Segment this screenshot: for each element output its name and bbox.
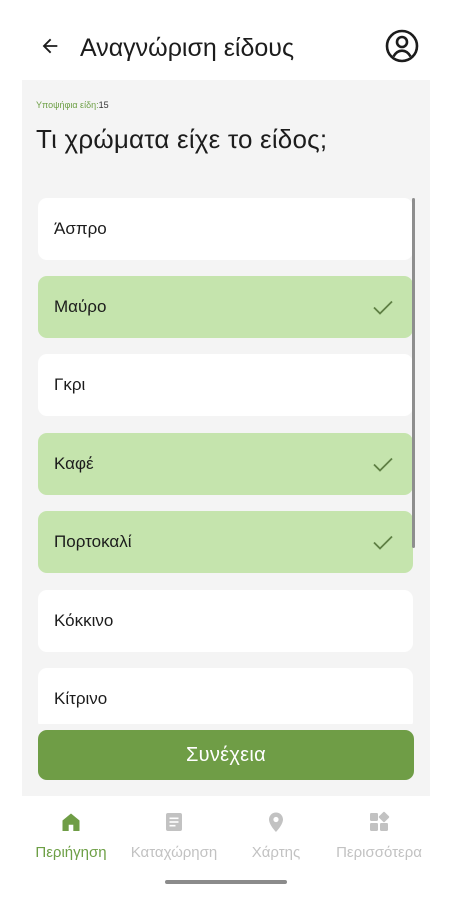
page-title: Αναγνώριση είδους [80, 34, 294, 62]
check-icon [373, 535, 393, 550]
color-options-list[interactable]: Άσπρο Μαύρο Γκρι Καφέ Πορτοκαλί Κόκκινο [22, 198, 430, 724]
candidates-label: Υποψήφια είδη: [36, 100, 99, 110]
check-icon [373, 300, 393, 315]
back-button[interactable] [34, 30, 66, 62]
nav-item-browse[interactable]: Περιήγηση [16, 808, 126, 868]
option-label: Πορτοκαλί [54, 532, 132, 551]
continue-button[interactable]: Συνέχεια [38, 730, 414, 780]
nav-label: Χάρτης [251, 844, 301, 861]
option-orange[interactable]: Πορτοκαλί [38, 511, 413, 573]
option-label: Γκρι [54, 375, 86, 394]
question-title: Τι χρώματα είχε το είδος; [36, 124, 328, 154]
candidates-count: 15 [98, 100, 109, 110]
option-label: Μαύρο [54, 297, 107, 316]
option-white[interactable]: Άσπρο [38, 198, 413, 260]
scrollbar[interactable] [412, 198, 415, 548]
apps-grid-icon [370, 811, 390, 831]
option-label: Άσπρο [54, 219, 107, 238]
check-icon [373, 457, 393, 472]
option-grey[interactable]: Γκρι [38, 354, 413, 416]
nav-item-more[interactable]: Περισσότερα [324, 808, 434, 868]
question-panel: Υποψήφια είδη:15 Τι χρώματα είχε το είδο… [22, 80, 430, 796]
candidate-species-count: Υποψήφια είδη:15 [36, 100, 109, 110]
option-label: Καφέ [54, 454, 94, 473]
home-icon [62, 813, 80, 831]
nav-item-record[interactable]: Καταχώρηση [119, 808, 229, 868]
option-red[interactable]: Κόκκινο [38, 590, 413, 652]
nav-label: Καταχώρηση [130, 844, 218, 861]
account-button[interactable] [384, 28, 420, 64]
option-yellow[interactable]: Κίτρινο [38, 668, 413, 724]
option-brown[interactable]: Καφέ [38, 433, 413, 495]
document-icon [166, 813, 182, 831]
bottom-navigation: Περιήγηση Καταχώρηση Χάρτης Περισσότερα [0, 796, 450, 900]
app-bar: Αναγνώριση είδους [0, 0, 450, 80]
option-label: Κόκκινο [54, 611, 114, 630]
account-circle-icon [385, 29, 419, 63]
nav-label: Περιήγηση [35, 844, 107, 861]
home-indicator[interactable] [165, 880, 287, 884]
arrow-left-icon [42, 38, 58, 54]
option-black[interactable]: Μαύρο [38, 276, 413, 338]
nav-item-map[interactable]: Χάρτης [221, 808, 331, 868]
nav-label: Περισσότερα [336, 844, 422, 861]
option-label: Κίτρινο [54, 689, 108, 708]
location-pin-icon [269, 812, 283, 832]
